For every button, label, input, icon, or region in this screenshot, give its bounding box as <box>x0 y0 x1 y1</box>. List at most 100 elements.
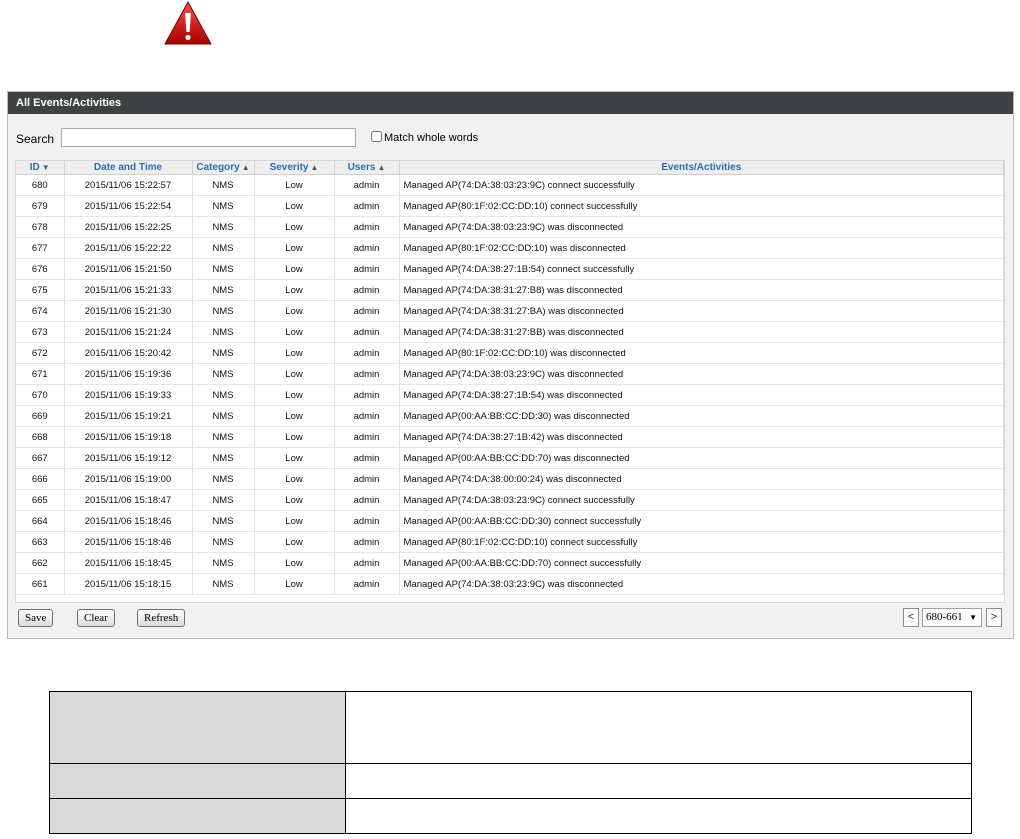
cell-user: admin <box>334 552 400 574</box>
cell-user: admin <box>334 363 400 385</box>
column-header-3[interactable]: Severity ▲ <box>254 161 335 175</box>
cell-severity: Low <box>254 342 335 364</box>
table-row[interactable]: 670 2015/11/06 15:19:33 NMS Low admin Managed… <box>16 384 1004 406</box>
cell-category: NMS <box>192 531 255 553</box>
cell-event: Managed AP(00:AA:BB:CC:DD:30) was discon… <box>399 405 1004 427</box>
cell-date-time: 2015/11/06 15:19:33 <box>64 384 193 406</box>
page-range-select[interactable]: 680-661 ▼ <box>922 608 982 627</box>
cell-user: admin <box>334 195 400 217</box>
cell-id: 675 <box>16 279 65 301</box>
table-row[interactable]: 664 2015/11/06 15:18:46 NMS Low admin Managed… <box>16 510 1004 532</box>
cell-date-time: 2015/11/06 15:18:47 <box>64 489 193 511</box>
table-row[interactable]: 669 2015/11/06 15:19:21 NMS Low admin Managed… <box>16 405 1004 427</box>
description-row <box>49 798 972 834</box>
clear-button[interactable]: Clear <box>77 609 115 627</box>
table-row[interactable]: 679 2015/11/06 15:22:54 NMS Low admin Managed… <box>16 195 1004 217</box>
cell-id: 668 <box>16 426 65 448</box>
table-row[interactable]: 676 2015/11/06 15:21:50 NMS Low admin Managed… <box>16 258 1004 280</box>
match-whole-words-label: Match whole words <box>384 132 479 144</box>
cell-event: Managed AP(00:AA:BB:CC:DD:70) connect su… <box>399 552 1004 574</box>
table-row[interactable]: 673 2015/11/06 15:21:24 NMS Low admin Managed… <box>16 321 1004 343</box>
table-row[interactable]: 672 2015/11/06 15:20:42 NMS Low admin Managed… <box>16 342 1004 364</box>
cell-category: NMS <box>192 321 255 343</box>
column-header-label: Severity <box>269 162 309 173</box>
table-header-row: ID ▼ Date and Time Category ▲ Severity ▲ Users ▲… <box>16 161 1004 175</box>
column-header-1[interactable]: Date and Time <box>64 161 193 175</box>
cell-date-time: 2015/11/06 15:22:57 <box>64 174 193 196</box>
cell-user: admin <box>334 321 400 343</box>
events-grid[interactable]: ID ▼ Date and Time Category ▲ Severity ▲ Users ▲… <box>15 160 1005 603</box>
cell-category: NMS <box>192 510 255 532</box>
table-row[interactable]: 667 2015/11/06 15:19:12 NMS Low admin Managed… <box>16 447 1004 469</box>
cell-severity: Low <box>254 384 335 406</box>
cell-user: admin <box>334 384 400 406</box>
table-row[interactable]: 663 2015/11/06 15:18:46 NMS Low admin Managed… <box>16 531 1004 553</box>
cell-event: Managed AP(80:1F:02:CC:DD:10) connect su… <box>399 195 1004 217</box>
cell-event: Managed AP(74:DA:38:03:23:9C) connect su… <box>399 174 1004 196</box>
cell-event: Managed AP(80:1F:02:CC:DD:10) was discon… <box>399 237 1004 259</box>
column-header-5[interactable]: Events/Activities <box>399 161 1004 175</box>
cell-id: 679 <box>16 195 65 217</box>
column-header-0[interactable]: ID ▼ <box>16 161 65 175</box>
cell-id: 672 <box>16 342 65 364</box>
match-whole-words-checkbox[interactable] <box>371 131 382 142</box>
cell-date-time: 2015/11/06 15:19:18 <box>64 426 193 448</box>
search-input[interactable] <box>61 128 356 147</box>
refresh-button[interactable]: Refresh <box>137 609 186 627</box>
table-row[interactable]: 661 2015/11/06 15:18:15 NMS Low admin Managed… <box>16 573 1004 595</box>
sort-asc-icon: ▲ <box>377 163 386 172</box>
table-row[interactable]: 678 2015/11/06 15:22:25 NMS Low admin Managed… <box>16 216 1004 238</box>
cell-severity: Low <box>254 258 335 280</box>
prev-page-button[interactable]: < <box>903 608 919 627</box>
table-row[interactable]: 665 2015/11/06 15:18:47 NMS Low admin Managed… <box>16 489 1004 511</box>
column-header-2[interactable]: Category ▲ <box>192 161 255 175</box>
cell-id: 667 <box>16 447 65 469</box>
column-header-label: Category <box>196 162 240 173</box>
table-row[interactable]: 680 2015/11/06 15:22:57 NMS Low admin Managed… <box>16 174 1004 196</box>
cell-event: Managed AP(80:1F:02:CC:DD:10) connect su… <box>399 531 1004 553</box>
cell-severity: Low <box>254 489 335 511</box>
cell-date-time: 2015/11/06 15:19:21 <box>64 405 193 427</box>
cell-user: admin <box>334 510 400 532</box>
cell-severity: Low <box>254 468 335 490</box>
cell-severity: Low <box>254 405 335 427</box>
cell-severity: Low <box>254 237 335 259</box>
description-value-cell <box>345 691 972 764</box>
table-row[interactable]: 677 2015/11/06 15:22:22 NMS Low admin Managed… <box>16 237 1004 259</box>
save-button[interactable]: Save <box>18 609 54 627</box>
cell-event: Managed AP(80:1F:02:CC:DD:10) was discon… <box>399 342 1004 364</box>
cell-event: Managed AP(00:AA:BB:CC:DD:70) was discon… <box>399 447 1004 469</box>
cell-category: NMS <box>192 174 255 196</box>
description-label-cell <box>49 763 346 799</box>
cell-event: Managed AP(74:DA:38:00:00:24) was discon… <box>399 468 1004 490</box>
cell-severity: Low <box>254 426 335 448</box>
cell-date-time: 2015/11/06 15:21:30 <box>64 300 193 322</box>
description-table <box>49 691 972 834</box>
table-row[interactable]: 671 2015/11/06 15:19:36 NMS Low admin Managed… <box>16 363 1004 385</box>
column-header-4[interactable]: Users ▲ <box>334 161 400 175</box>
table-row[interactable]: 674 2015/11/06 15:21:30 NMS Low admin Managed… <box>16 300 1004 322</box>
column-header-label: ID <box>29 162 40 173</box>
cell-severity: Low <box>254 195 335 217</box>
cell-id: 676 <box>16 258 65 280</box>
cell-category: NMS <box>192 258 255 280</box>
cell-category: NMS <box>192 447 255 469</box>
table-row[interactable]: 668 2015/11/06 15:19:18 NMS Low admin Managed… <box>16 426 1004 448</box>
table-row[interactable]: 675 2015/11/06 15:21:33 NMS Low admin Managed… <box>16 279 1004 301</box>
next-page-button[interactable]: > <box>986 608 1002 627</box>
table-row[interactable]: 666 2015/11/06 15:19:00 NMS Low admin Managed… <box>16 468 1004 490</box>
description-row <box>49 763 972 799</box>
sort-asc-icon: ▲ <box>310 163 319 172</box>
cell-category: NMS <box>192 468 255 490</box>
cell-id: 661 <box>16 573 65 595</box>
sort-desc-icon: ▼ <box>41 163 50 172</box>
table-row[interactable]: 662 2015/11/06 15:18:45 NMS Low admin Managed… <box>16 552 1004 574</box>
column-header-label: Events/Activities <box>661 162 742 173</box>
cell-date-time: 2015/11/06 15:20:42 <box>64 342 193 364</box>
search-row: Search Match whole words <box>16 128 1006 150</box>
column-header-label: Users <box>347 162 376 173</box>
cell-id: 664 <box>16 510 65 532</box>
cell-event: Managed AP(74:DA:38:31:27:BB) was discon… <box>399 321 1004 343</box>
cell-id: 669 <box>16 405 65 427</box>
cell-id: 677 <box>16 237 65 259</box>
